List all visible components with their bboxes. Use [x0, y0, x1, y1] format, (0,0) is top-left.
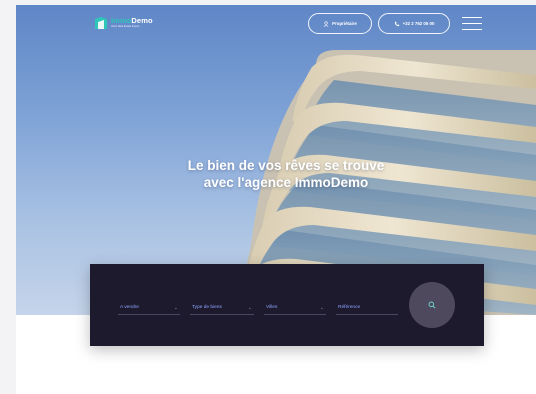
chevron-down-icon: ⌄ [247, 304, 252, 311]
phone-icon [394, 21, 399, 26]
brand-name: ImmoDemo [111, 17, 153, 25]
hamburger-icon[interactable] [462, 14, 482, 32]
brand-tagline: Votre Real Estate Expert [111, 24, 140, 28]
city-select[interactable]: Villes ⌄ [264, 304, 326, 315]
search-icon [428, 301, 436, 309]
hero-headline-line1: Le bien de vos rêves se trouve [187, 158, 385, 173]
search-button[interactable] [409, 282, 455, 328]
owner-button[interactable]: Propriétaire [308, 13, 372, 34]
hero-headline: Le bien de vos rêves se trouve avec l'ag… [166, 157, 406, 191]
phone-button[interactable]: +32 2 762 05 00 [378, 13, 450, 34]
property-type-value: Type de biens [192, 305, 222, 310]
owner-label: Propriétaire [332, 21, 357, 26]
hero-headline-line2: avec l'agence ImmoDemo [203, 175, 369, 190]
transaction-value: A vendre [120, 305, 139, 310]
city-value: Villes [266, 305, 278, 310]
chevron-down-icon: ⌄ [319, 304, 324, 311]
brand-logo[interactable]: ImmoDemo Votre Real Estate Expert [94, 16, 153, 30]
house-mark-icon [95, 17, 107, 29]
page: ImmoDemo Votre Real Estate Expert Propri… [16, 5, 536, 394]
chevron-down-icon: ⌄ [173, 304, 178, 311]
reference-input[interactable]: Référence [336, 304, 398, 315]
phone-label: +32 2 762 05 00 [402, 21, 435, 26]
user-icon [323, 20, 329, 27]
transaction-select[interactable]: A vendre ⌄ [118, 304, 180, 315]
property-search-panel: A vendre ⌄ Type de biens ⌄ Villes ⌄ Réfé… [90, 264, 484, 346]
top-navigation: ImmoDemo Votre Real Estate Expert Propri… [16, 5, 536, 45]
reference-placeholder: Référence [338, 305, 361, 310]
property-type-select[interactable]: Type de biens ⌄ [190, 304, 254, 315]
